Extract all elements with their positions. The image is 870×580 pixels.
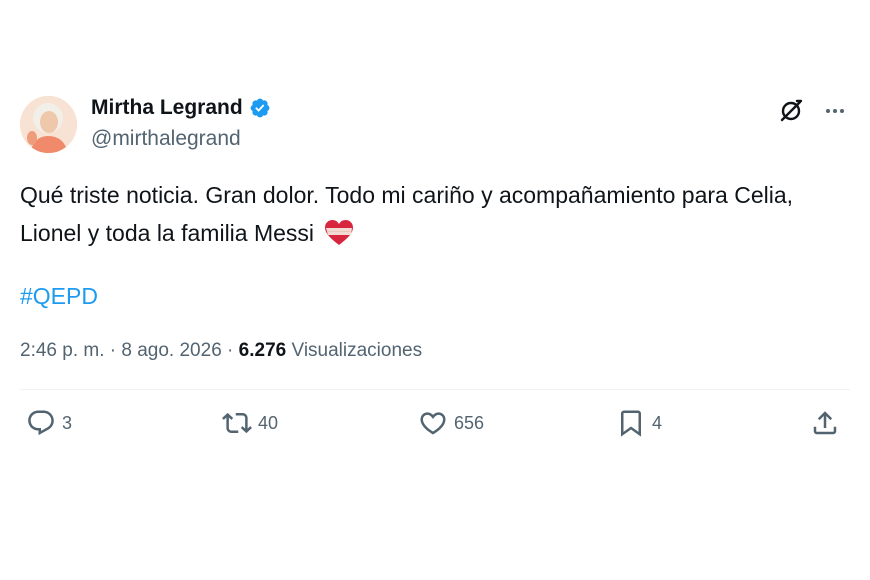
- tweet-meta: 2:46 p. m. · 8 ago. 2026 · 6.276 Visuali…: [20, 340, 422, 362]
- tweet-actions-bar: 3 40 656 4: [0, 408, 870, 448]
- divider: [20, 389, 850, 390]
- hashtag-link[interactable]: #QEPD: [20, 283, 98, 310]
- views-label: Visualizaciones: [291, 340, 423, 361]
- reply-icon: [28, 410, 54, 436]
- author-name-row: Mirtha Legrand: [91, 96, 271, 120]
- grok-icon[interactable]: [778, 98, 804, 124]
- more-icon[interactable]: [822, 98, 848, 124]
- retweet-icon: [222, 412, 252, 434]
- bookmark-count: 4: [652, 412, 663, 433]
- tweet-text: Qué triste noticia. Gran dolor. Todo mi …: [20, 176, 850, 252]
- reply-button[interactable]: 3: [26, 408, 72, 438]
- tweet-body: Qué triste noticia. Gran dolor. Todo mi …: [20, 182, 794, 246]
- tweet-card: Mirtha Legrand @mirthalegrand Qué triste…: [0, 0, 870, 580]
- avatar-image: [20, 96, 77, 153]
- display-name[interactable]: Mirtha Legrand: [91, 96, 243, 120]
- like-button[interactable]: 656: [418, 408, 484, 438]
- share-button[interactable]: [810, 408, 840, 438]
- meta-separator: ·: [109, 340, 117, 361]
- meta-separator: ·: [227, 340, 234, 361]
- heart-with-bandage-icon: [324, 219, 354, 247]
- like-count: 656: [454, 412, 485, 433]
- retweet-count: 40: [258, 412, 279, 433]
- bookmark-icon: [621, 410, 641, 437]
- bookmark-button[interactable]: 4: [616, 408, 662, 438]
- share-icon: [813, 411, 837, 435]
- reply-count: 3: [62, 412, 73, 433]
- verified-badge-icon: [249, 97, 271, 119]
- views-count: 6.276: [238, 340, 287, 361]
- avatar[interactable]: [20, 96, 77, 153]
- like-icon: [420, 412, 446, 435]
- retweet-button[interactable]: 40: [222, 408, 278, 438]
- top-actions: [778, 98, 848, 124]
- tweet-time[interactable]: 2:46 p. m.: [20, 340, 105, 361]
- tweet-date[interactable]: 8 ago. 2026: [121, 340, 221, 361]
- handle[interactable]: @mirthalegrand: [91, 127, 241, 151]
